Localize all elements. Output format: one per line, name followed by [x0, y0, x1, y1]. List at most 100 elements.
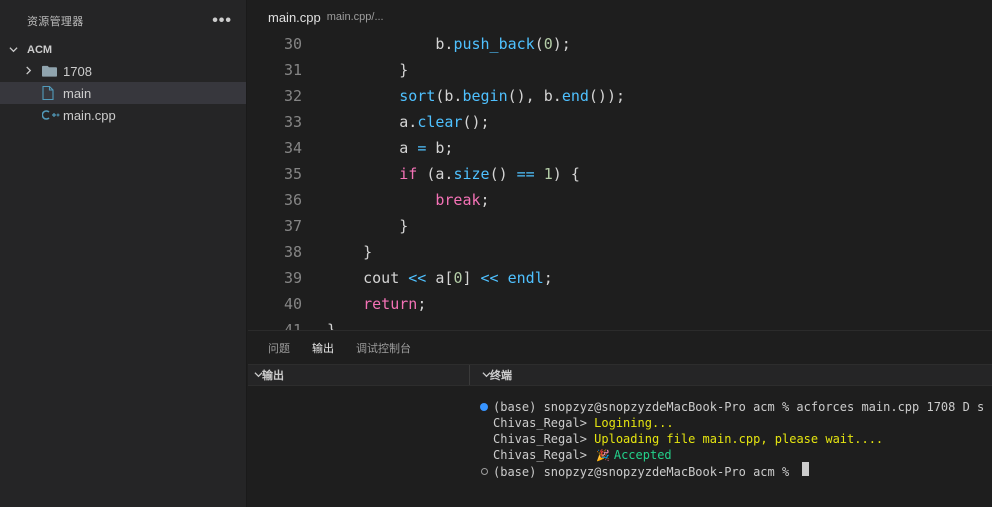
code-token: ;	[480, 191, 490, 209]
code-token: }	[399, 61, 409, 79]
code-text: return;	[302, 291, 426, 317]
terminal-text: (base) snopzyz@snopzyzdeMacBook-Pro acm …	[490, 399, 984, 415]
command-success-dot-icon	[478, 403, 490, 411]
tab-problems[interactable]: 问题	[268, 340, 290, 356]
terminal-text: Chivas_Regal> Uploading file main.cpp, p…	[490, 431, 883, 447]
code-token: (), b.	[507, 87, 562, 105]
chevron-down-icon	[248, 370, 263, 381]
tab-output[interactable]: 输出	[312, 340, 334, 356]
output-section-header[interactable]: 输出	[248, 365, 470, 385]
code-token: b.	[435, 35, 454, 53]
code-text: a.clear();	[302, 109, 490, 135]
tree-item-file-main[interactable]: main	[0, 82, 246, 104]
code-token: sort	[399, 87, 436, 105]
code-token: a	[399, 139, 418, 157]
code-token: ;	[543, 269, 553, 287]
terminal-text: Chivas_Regal> 🎉 Accepted	[490, 447, 672, 464]
code-editor[interactable]: main.cpp main.cpp/... 30 b.push_back(0);…	[248, 0, 992, 330]
code-token: }	[363, 243, 373, 261]
code-text: sort(b.begin(), b.end());	[302, 83, 625, 109]
explorer-sidebar: 资源管理器 ••• ACM 1708 main main.cpp	[0, 0, 247, 507]
tree-item-folder-1708[interactable]: 1708	[0, 60, 246, 82]
code-line[interactable]: 39 cout << a[0] << endl;	[248, 265, 992, 291]
workspace-root-acm[interactable]: ACM	[0, 40, 246, 60]
code-token: =	[417, 139, 427, 157]
tab-debug-console[interactable]: 调试控制台	[356, 340, 411, 356]
terminal-segment: Logining...	[594, 416, 674, 430]
code-token: ()	[489, 165, 517, 183]
code-token: a[	[426, 269, 454, 287]
code-token: break	[435, 191, 481, 209]
terminal-segment: Chivas_Regal>	[493, 447, 595, 462]
file-icon	[42, 86, 63, 100]
code-area[interactable]: 30 b.push_back(0); 31 } 32 sort(b.begin(),…	[248, 31, 992, 330]
terminal-segment: Chivas_Regal>	[493, 432, 595, 446]
editor-tab-title[interactable]: main.cpp	[268, 10, 321, 25]
code-token: ==	[516, 165, 535, 183]
code-text: a = b;	[302, 135, 453, 161]
code-token: ]	[462, 269, 481, 287]
tree-item-label: main.cpp	[63, 107, 116, 123]
terminal-segment: Uploading file main.cpp, please wait....	[594, 432, 884, 446]
terminal-line: (base) snopzyz@snopzyzdeMacBook-Pro acm …	[478, 399, 984, 415]
code-line[interactable]: 36 break;	[248, 187, 992, 213]
explorer-title: 资源管理器	[27, 16, 84, 28]
line-number: 40	[283, 295, 302, 313]
line-number: 38	[283, 243, 302, 261]
terminal-line: Chivas_Regal> Logining...	[478, 415, 984, 431]
folder-icon	[42, 65, 63, 77]
code-token: <<	[408, 269, 427, 287]
workspace-root-label: ACM	[27, 44, 53, 56]
code-line[interactable]: 33 a.clear();	[248, 109, 992, 135]
code-token: a.	[399, 113, 418, 131]
code-text: if (a.size() == 1) {	[302, 161, 580, 187]
code-line[interactable]: 37 }	[248, 213, 992, 239]
code-token: (a.	[417, 165, 454, 183]
line-number: 33	[283, 113, 302, 131]
terminal-line: Chivas_Regal> 🎉 Accepted	[478, 447, 984, 463]
code-token: );	[552, 35, 571, 53]
output-section-label: 输出	[262, 370, 284, 382]
explorer-header: 资源管理器 •••	[0, 0, 246, 42]
code-token: ();	[462, 113, 490, 131]
code-token: end	[561, 87, 589, 105]
code-token: begin	[462, 87, 508, 105]
code-line[interactable]: 31 }	[248, 57, 992, 83]
code-line[interactable]: 34 a = b;	[248, 135, 992, 161]
more-actions-icon[interactable]: •••	[212, 13, 232, 29]
code-token: size	[453, 165, 490, 183]
code-line[interactable]: 32 sort(b.begin(), b.end());	[248, 83, 992, 109]
code-line[interactable]: 30 b.push_back(0);	[248, 31, 992, 57]
tree-item-file-main-cpp[interactable]: main.cpp	[0, 104, 246, 126]
terminal-text: Chivas_Regal> Logining...	[490, 415, 674, 431]
editor-title-bar: main.cpp main.cpp/...	[248, 0, 992, 34]
code-line[interactable]: 35 if (a.size() == 1) {	[248, 161, 992, 187]
terminal-segment: (base) snopzyz@snopzyzdeMacBook-Pro acm …	[493, 465, 797, 479]
code-token: ;	[417, 295, 427, 313]
terminal-cursor	[802, 462, 810, 476]
party-popper-icon: 🎉	[596, 448, 610, 462]
code-token: 0	[543, 35, 553, 53]
code-token: ());	[588, 87, 626, 105]
code-line[interactable]: 38 }	[248, 239, 992, 265]
line-number: 39	[283, 269, 302, 287]
code-token: 1	[543, 165, 553, 183]
terminal[interactable]: (base) snopzyz@snopzyzdeMacBook-Pro acm …	[478, 399, 984, 479]
code-token: b;	[426, 139, 454, 157]
code-text: }	[302, 317, 336, 330]
terminal-section-header[interactable]: 终端	[470, 365, 512, 385]
line-number: 35	[283, 165, 302, 183]
code-text: }	[302, 213, 408, 239]
code-line[interactable]: 40 return;	[248, 291, 992, 317]
tree-item-label: 1708	[63, 63, 92, 79]
code-token: if	[399, 165, 418, 183]
code-text: cout << a[0] << endl;	[302, 265, 553, 291]
breadcrumb[interactable]: main.cpp/...	[327, 11, 384, 23]
terminal-text: (base) snopzyz@snopzyzdeMacBook-Pro acm …	[490, 462, 810, 480]
code-line[interactable]: 41}	[248, 317, 992, 330]
chevron-right-icon	[24, 65, 42, 77]
code-text: b.push_back(0);	[302, 31, 571, 57]
tree-item-label: main	[63, 85, 92, 101]
